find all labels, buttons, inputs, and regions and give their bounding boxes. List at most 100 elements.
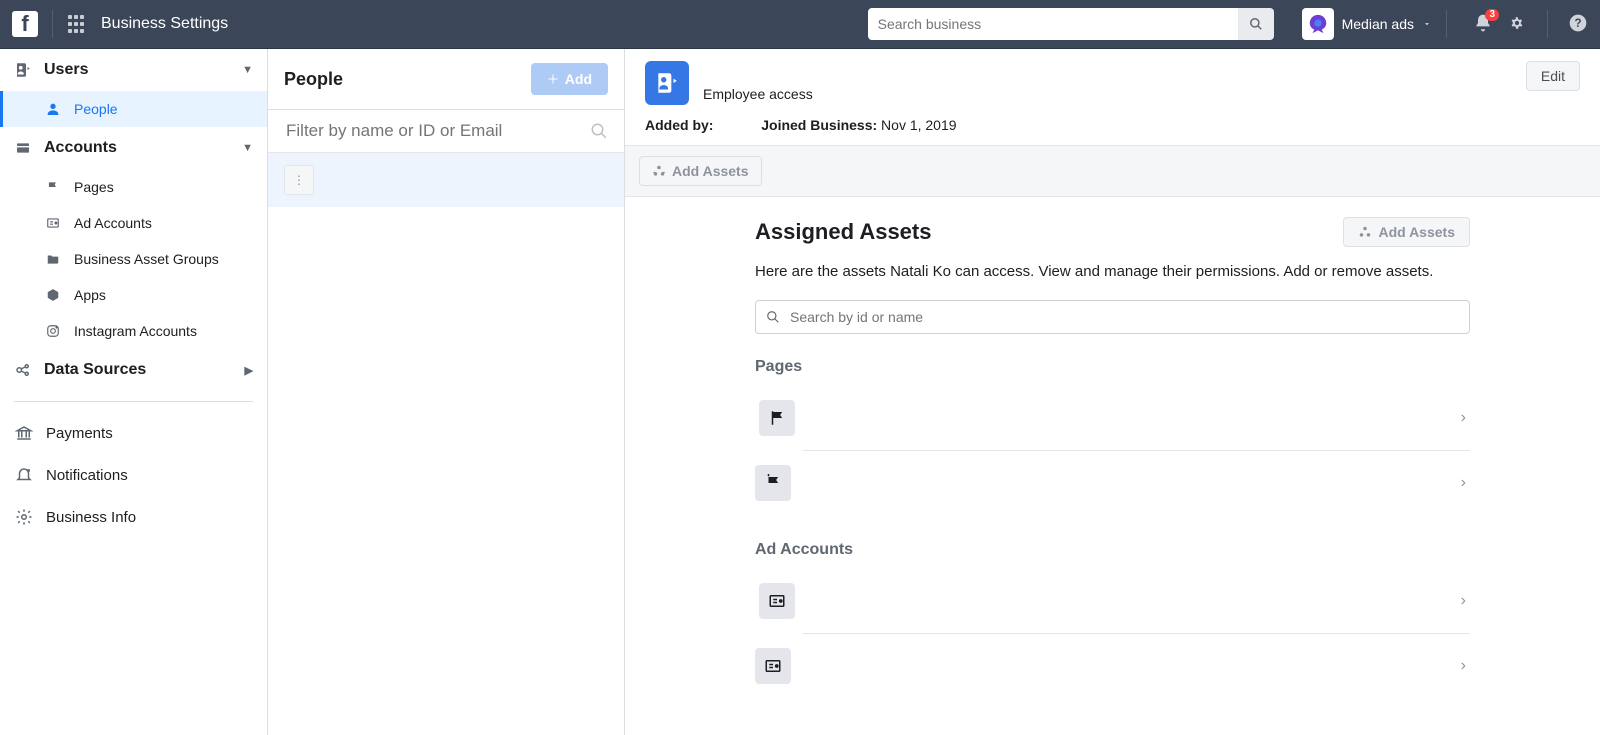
divider [52,10,53,38]
search-icon [766,310,780,324]
folder-icon [44,252,62,266]
add-label: Add [565,71,592,87]
people-filter-input[interactable] [284,120,590,142]
users-icon [14,61,32,79]
asset-search[interactable] [755,300,1470,334]
sidebar-item-people[interactable]: People [0,91,267,127]
ad-account-icon [44,216,62,230]
asset-row-ad-account[interactable]: › [803,633,1470,698]
chevron-right-icon: › [1461,657,1466,675]
search-wrap [868,8,1274,40]
chevron-down-icon: ▼ [242,142,253,154]
add-assets-button-bar[interactable]: Add Assets [639,156,762,186]
sidebar-item-business-asset-groups[interactable]: Business Asset Groups [0,241,267,277]
nav-section-accounts[interactable]: Accounts ▼ [0,127,267,169]
notifications-button[interactable]: 3 [1473,13,1493,36]
people-heading: People [284,69,343,90]
assets-icon [1358,225,1372,239]
sidebar-item-notifications[interactable]: Notifications [0,454,267,496]
instagram-icon [44,324,62,338]
divider [14,401,253,402]
search-icon [1249,17,1263,31]
sidebar-item-instagram[interactable]: Instagram Accounts [0,313,267,349]
added-by-label: Added by: [645,117,713,133]
people-column: People Add ⋮ [268,49,625,735]
person-icon [44,101,62,117]
account-switcher[interactable]: Median ads [1302,8,1432,40]
apps-menu-icon[interactable] [67,15,85,33]
chevron-right-icon: ▶ [245,364,253,377]
chevron-right-icon: › [1461,592,1466,610]
sidebar-item-payments[interactable]: Payments [0,412,267,454]
asset-search-input[interactable] [788,308,1459,326]
bank-icon [14,424,34,442]
asset-section-pages: Pages [755,358,1470,376]
search-button[interactable] [1238,8,1274,40]
avatar: ⋮ [284,165,314,195]
joined-value: Nov 1, 2019 [881,117,957,133]
assets-icon [652,164,666,178]
user-badge-icon [645,61,689,105]
assigned-assets-description: Here are the assets Natali Ko can access… [755,261,1470,282]
nav-label: Users [44,61,88,79]
nav-label: Business Asset Groups [74,251,219,267]
sidebar-item-apps[interactable]: Apps [0,277,267,313]
help-icon: ? [1568,13,1588,33]
nav-label: Payments [46,425,113,442]
nav-label: Accounts [44,139,117,157]
nav-section-users[interactable]: Users ▼ [0,49,267,91]
sidebar-item-business-info[interactable]: Business Info [0,496,267,538]
add-assets-button[interactable]: Add Assets [1343,217,1470,247]
chevron-right-icon: › [1461,474,1466,492]
detail-panel: Employee access Edit Added by: Joined Bu… [625,49,1600,735]
nav-section-data-sources[interactable]: Data Sources ▶ [0,349,267,391]
gear-icon [1507,13,1527,33]
notification-count: 3 [1485,9,1499,21]
nav-label: People [74,101,118,117]
help-button[interactable]: ? [1568,13,1588,36]
asset-section-ad-accounts: Ad Accounts [755,541,1470,559]
settings-button[interactable] [1507,13,1527,36]
detail-role: Employee access [703,86,813,102]
chevron-down-icon [1422,19,1432,29]
account-logo [1302,8,1334,40]
divider [1446,10,1447,38]
search-icon [590,122,608,140]
nav-label: Business Info [46,509,136,526]
svg-text:?: ? [1574,17,1581,30]
topbar: f Business Settings Median ads 3 ? [0,0,1600,49]
sidebar-item-pages[interactable]: Pages [0,169,267,205]
ad-account-icon [755,648,791,684]
sidebar-item-ad-accounts[interactable]: Ad Accounts [0,205,267,241]
plus-icon [547,73,559,85]
search-input[interactable] [868,8,1238,40]
flag-icon [44,180,62,194]
add-people-button[interactable]: Add [531,63,608,95]
nav-label: Notifications [46,467,128,484]
nav-label: Apps [74,287,106,303]
assigned-assets-title: Assigned Assets [755,219,931,245]
sidebar: Users ▼ People Accounts ▼ Pages [0,49,268,735]
accounts-icon [14,140,32,156]
flag-icon [759,400,795,436]
cube-icon [44,288,62,302]
asset-row-page[interactable]: › [803,450,1470,515]
bell-outline-icon [14,466,34,484]
nav-label: Ad Accounts [74,215,152,231]
chevron-down-icon: ▼ [242,64,253,76]
asset-row-ad-account[interactable]: › [755,569,1470,633]
chevron-right-icon: › [1461,409,1466,427]
page-title: Business Settings [101,15,228,33]
detail-meta: Added by: Joined Business: Nov 1, 2019 [625,117,1600,145]
edit-button[interactable]: Edit [1526,61,1580,91]
nav-label: Pages [74,179,114,195]
data-sources-icon [14,361,32,379]
nav-label: Instagram Accounts [74,323,197,339]
asset-row-page[interactable]: › [755,386,1470,450]
divider [1547,10,1548,38]
gear-icon [14,508,34,526]
facebook-logo[interactable]: f [12,11,38,37]
ad-account-icon [759,583,795,619]
nav-label: Data Sources [44,361,146,379]
person-row[interactable]: ⋮ [268,153,624,207]
